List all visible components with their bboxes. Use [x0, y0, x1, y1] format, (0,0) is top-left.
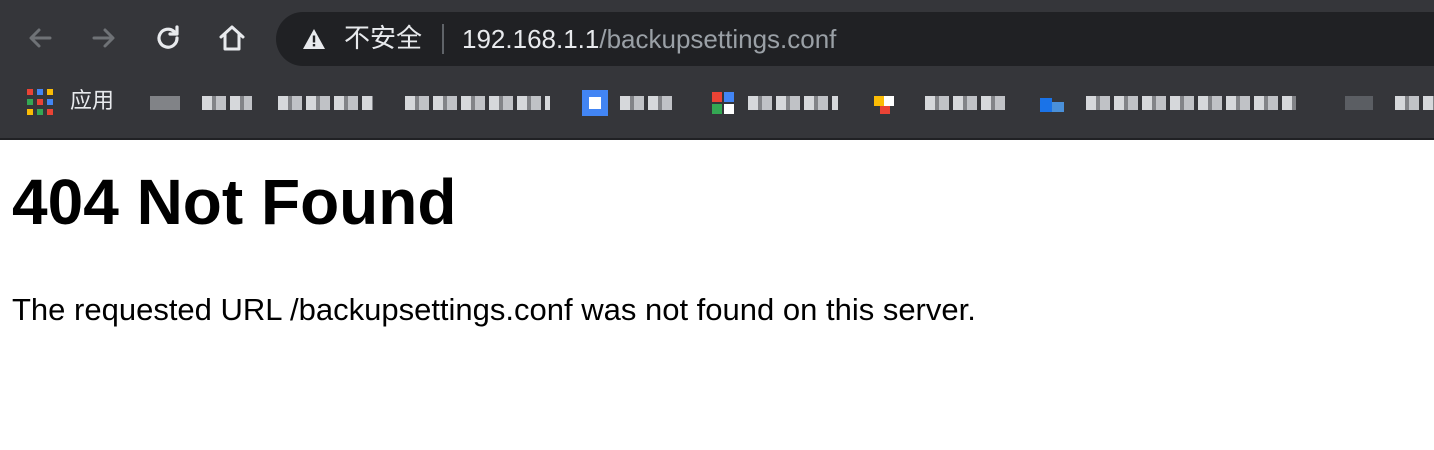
bookmark-label-redacted [1086, 96, 1296, 110]
page-title: 404 Not Found [12, 166, 457, 238]
bookmark-label-redacted [748, 96, 838, 110]
warning-triangle-icon[interactable] [302, 27, 326, 51]
back-button[interactable] [20, 18, 60, 58]
bookmark-item[interactable] [1038, 88, 1303, 116]
page-content: 404 Not Found The requested URL /backups… [0, 140, 1434, 450]
bookmark-favicon-icon [712, 92, 734, 114]
bookmark-favicon [150, 96, 180, 110]
home-button[interactable] [212, 18, 252, 58]
reload-icon [157, 25, 179, 49]
bookmark-label-redacted [1395, 96, 1434, 110]
bookmark-item[interactable] [870, 88, 1010, 116]
home-icon [219, 25, 245, 51]
url-path: /backupsettings.conf [599, 24, 837, 54]
bookmark-favicon-icon [1040, 98, 1064, 112]
arrow-left-icon [29, 28, 52, 48]
bookmark-item[interactable] [580, 88, 680, 116]
bookmark-favicon-icon [582, 90, 608, 116]
bookmarks-bar: 应用 [0, 78, 1434, 140]
bookmark-label-redacted [405, 96, 550, 110]
browser-toolbar: 不安全 192.168.1.1/backupsettings.conf [0, 0, 1434, 78]
apps-shortcut-label[interactable]: 应用 [70, 88, 114, 116]
bookmark-favicon-icon [874, 96, 894, 114]
apps-grid-icon[interactable] [26, 88, 54, 116]
bookmark-favicon [1345, 96, 1373, 110]
error-message: The requested URL /backupsettings.conf w… [12, 292, 976, 327]
bookmark-label-redacted [925, 96, 1005, 110]
omnibox-separator [442, 24, 444, 54]
bookmark-label-redacted [278, 96, 373, 110]
bookmark-label-redacted [202, 96, 252, 110]
bookmark-label-redacted [620, 96, 675, 110]
bookmark-item[interactable] [708, 88, 843, 116]
arrow-right-icon [92, 28, 115, 48]
reload-button[interactable] [148, 18, 188, 58]
url-host: 192.168.1.1 [462, 24, 600, 54]
bookmark-item[interactable] [150, 88, 380, 116]
bookmark-item[interactable] [405, 88, 555, 116]
url-text[interactable]: 192.168.1.1/backupsettings.conf [462, 23, 836, 55]
forward-button[interactable] [84, 18, 124, 58]
security-status-label[interactable]: 不安全 [344, 23, 422, 55]
address-bar[interactable]: 不安全 192.168.1.1/backupsettings.conf [276, 12, 1434, 66]
bookmark-item[interactable] [1345, 88, 1434, 116]
